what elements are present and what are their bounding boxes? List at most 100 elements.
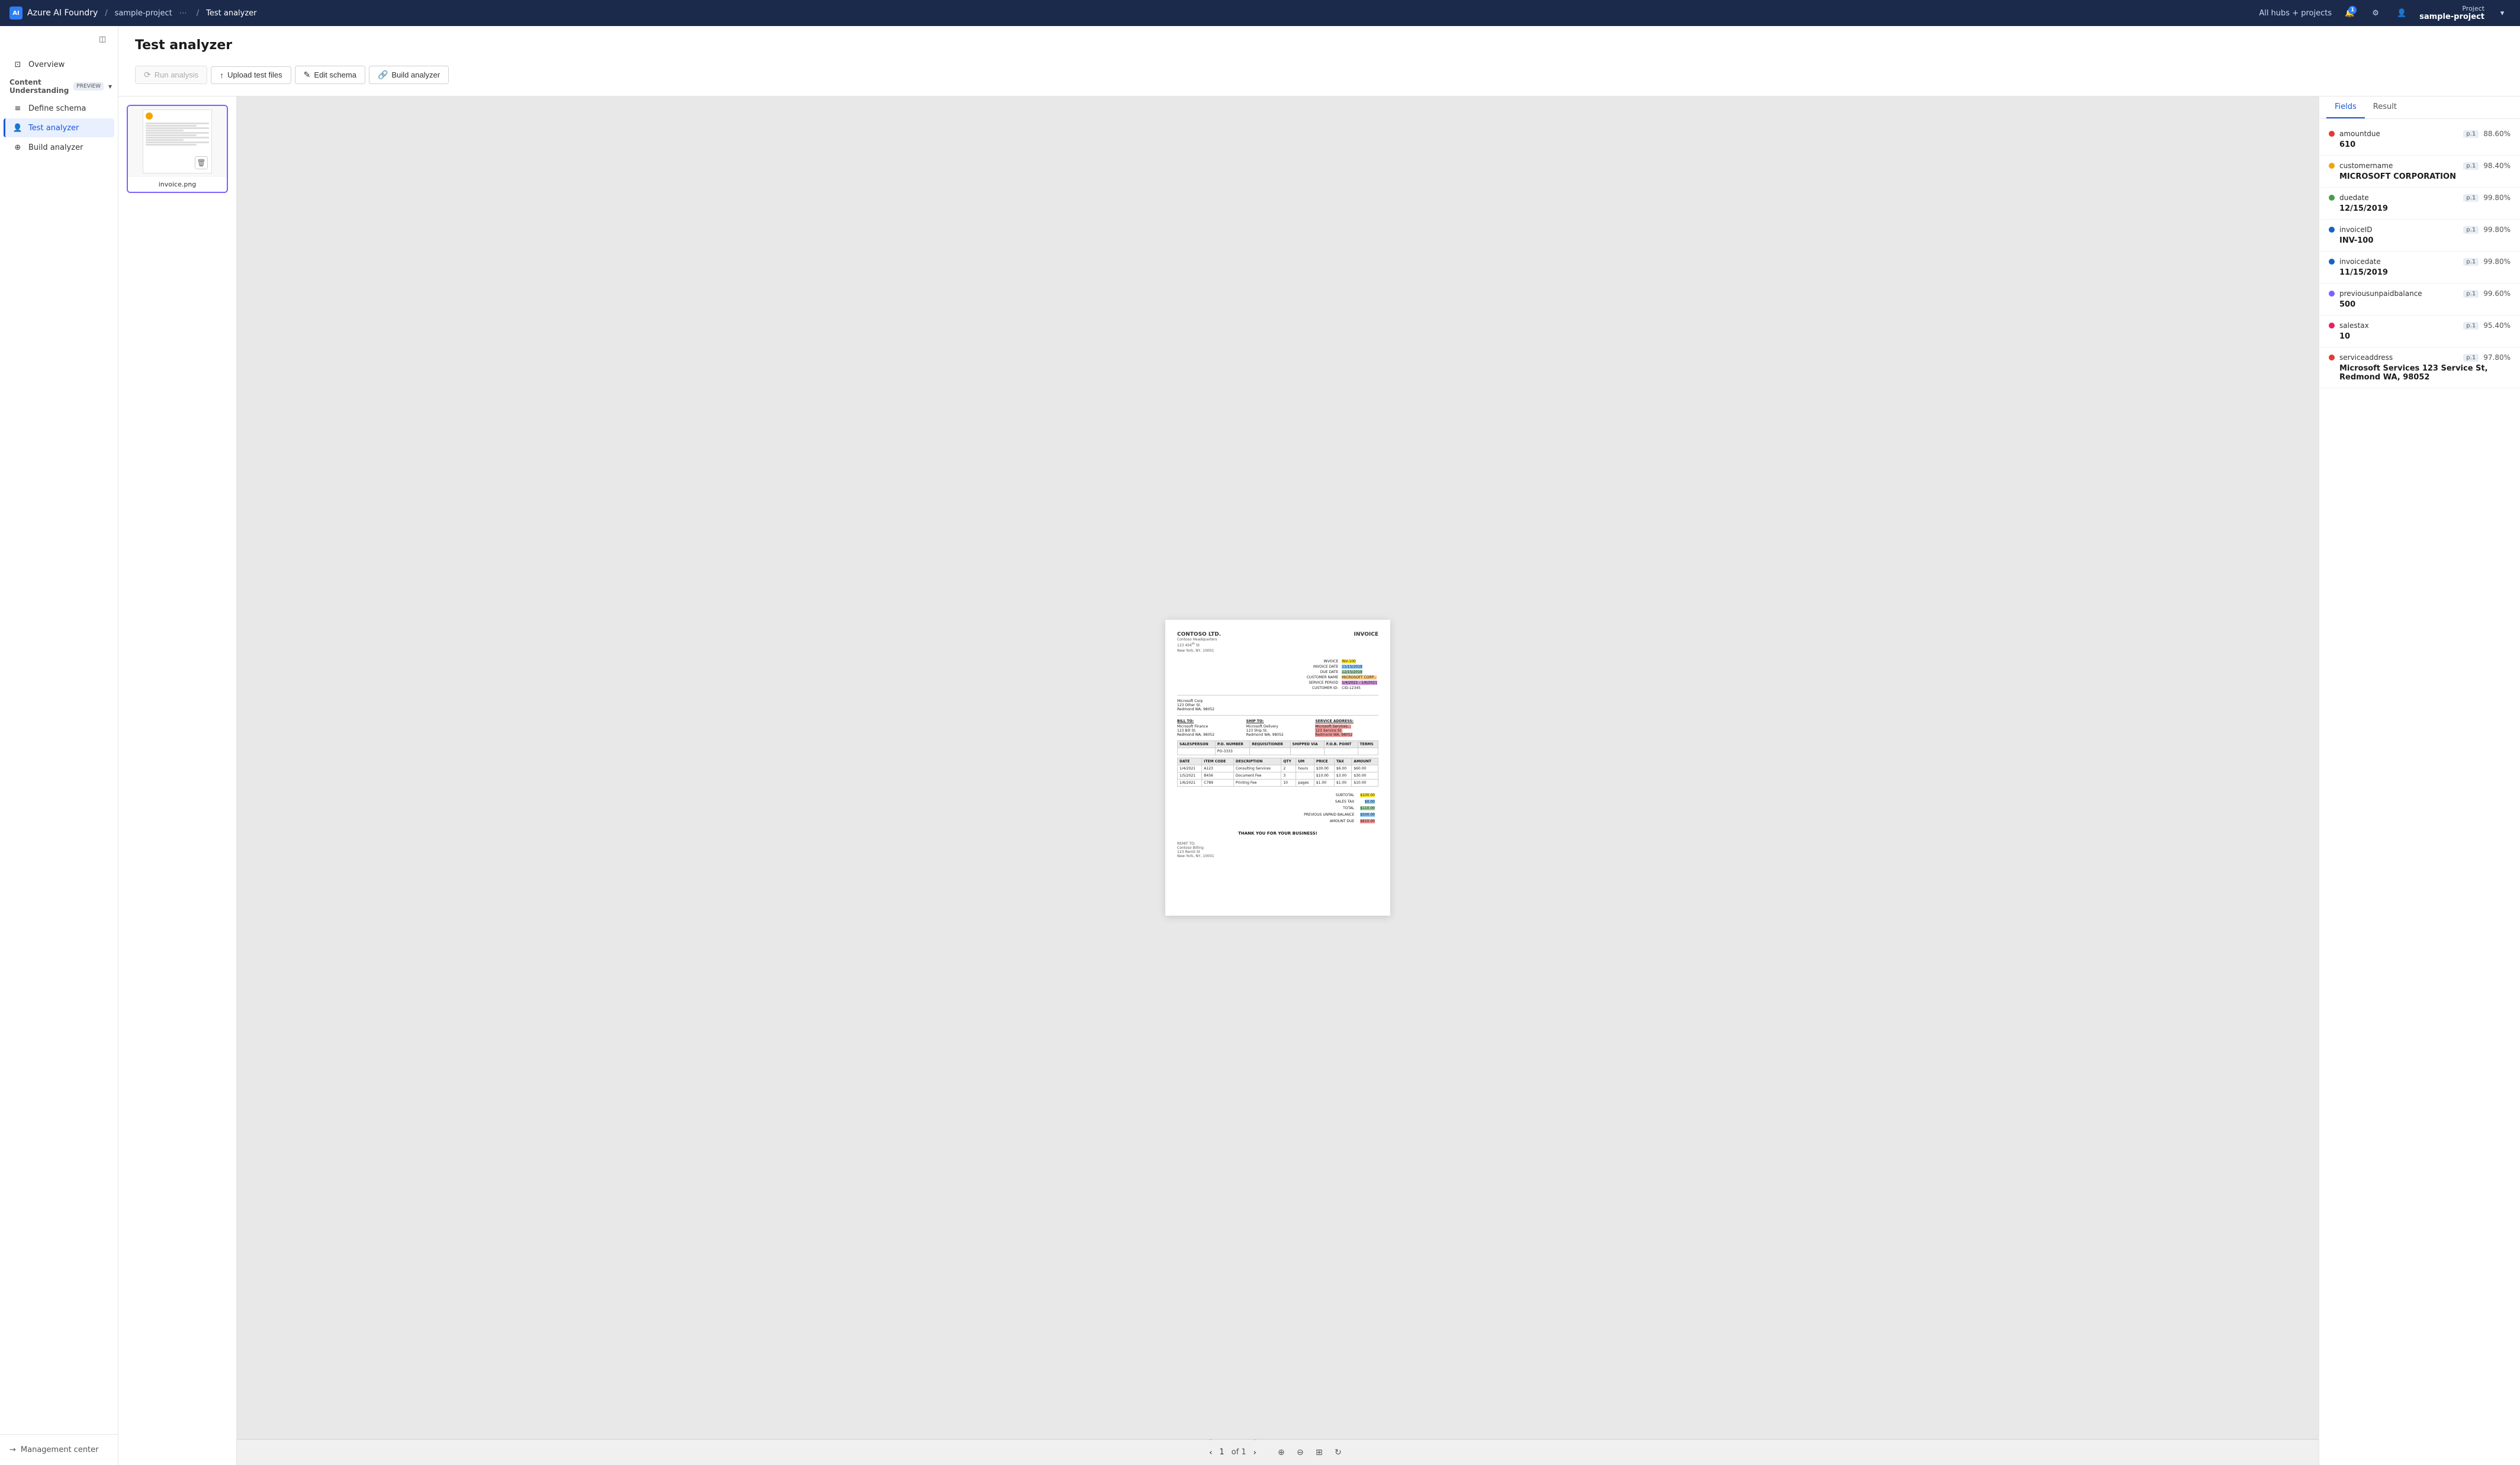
- brand-name[interactable]: Azure AI Foundry: [27, 8, 98, 18]
- zoom-out-tool[interactable]: ⊖: [1292, 1444, 1309, 1461]
- section-chevron[interactable]: ▾: [108, 82, 112, 91]
- current-page-breadcrumb: Test analyzer: [206, 9, 256, 18]
- page-title: Test analyzer: [135, 38, 2503, 53]
- tab-fields[interactable]: Fields: [2326, 96, 2365, 118]
- field-value-duedate: 12/15/2019: [2329, 204, 2511, 213]
- project-dropdown[interactable]: Project sample-project: [2419, 5, 2484, 21]
- file-delete-btn[interactable]: 🗑: [195, 156, 208, 169]
- breadcrumb-sep3: /: [197, 9, 199, 18]
- hubs-link[interactable]: All hubs + projects: [2259, 9, 2332, 18]
- field-page-amountdue: p.1: [2463, 130, 2479, 138]
- doc-line-6: [146, 134, 197, 136]
- doc-line-8: [146, 139, 184, 141]
- brand: AI Azure AI Foundry: [9, 7, 98, 20]
- invoice-meta-table: INVOICEINV-100 INVOICE DATE11/15/2019 DU…: [1306, 658, 1378, 691]
- service-addr-line1: Microsoft Services...: [1315, 725, 1351, 729]
- doc-page: CONTOSO LTD. Contoso Headquarters 123 45…: [1165, 620, 1390, 916]
- next-page-btn[interactable]: ›: [1253, 1440, 1256, 1465]
- field-item-customername: customername p.1 98.40% MICROSOFT CORPOR…: [2319, 156, 2520, 188]
- sidebar-item-build-analyzer[interactable]: ⊕ Build analyzer: [4, 138, 114, 157]
- sidebar-item-test-analyzer[interactable]: 👤 Test analyzer: [4, 118, 114, 137]
- thank-you: THANK YOU FOR YOUR BUSINESS!: [1177, 831, 1378, 836]
- field-value-customername: MICROSOFT CORPORATION: [2329, 172, 2511, 181]
- field-confidence-duedate: 99.80%: [2483, 194, 2511, 202]
- run-analysis-button[interactable]: ⟳ Run analysis: [135, 66, 207, 84]
- brand-icon: AI: [9, 7, 22, 20]
- totals-table: SUBTOTAL$100.00 SALES TAX$0.00 TOTAL$110…: [1300, 791, 1378, 825]
- field-confidence-serviceaddress: 97.80%: [2483, 353, 2511, 362]
- tab-result[interactable]: Result: [2365, 96, 2405, 118]
- field-item-duedate: duedate p.1 99.80% 12/15/2019: [2319, 188, 2520, 220]
- content-understanding-label: Content Understanding: [9, 78, 69, 95]
- field-item-amountdue: amountdue p.1 88.60% 610: [2319, 124, 2520, 156]
- field-item-previousunpaidbalance: previousunpaidbalance p.1 99.60% 500: [2319, 284, 2520, 315]
- field-header-duedate: duedate p.1 99.80%: [2329, 194, 2511, 202]
- field-item-serviceaddress: serviceaddress p.1 97.80% Microsoft Serv…: [2319, 347, 2520, 388]
- sidebar-nav: ⊡ Overview Content Understanding PREVIEW…: [0, 52, 118, 1434]
- run-analysis-label: Run analysis: [155, 70, 198, 79]
- field-value-serviceaddress: Microsoft Services 123 Service St, Redmo…: [2329, 364, 2511, 382]
- project-breadcrumb[interactable]: sample-project: [115, 9, 172, 18]
- sidebar-toggle-btn[interactable]: ◫: [94, 31, 111, 47]
- notification-icon[interactable]: 🔔 1: [2341, 5, 2358, 21]
- edit-schema-icon: ✎: [304, 70, 311, 80]
- fields-list: amountdue p.1 88.60% 610 customername p.…: [2319, 119, 2520, 1465]
- field-header-invoicedate: invoicedate p.1 99.80%: [2329, 257, 2511, 266]
- sales-tax-highlight: $0.00: [1365, 800, 1375, 804]
- field-item-invoiceID: invoiceID p.1 99.80% INV-100: [2319, 220, 2520, 252]
- field-dot-salestax: [2329, 323, 2335, 329]
- line-items-table: DATE ITEM CODE DESCRIPTION QTY UM PRICE …: [1177, 758, 1378, 787]
- invoice-header: CONTOSO LTD. Contoso Headquarters 123 45…: [1177, 632, 1378, 653]
- sold-to: Microsoft Corp 123 Other St. Redmond WA,…: [1177, 699, 1378, 711]
- invoice-meta: INVOICEINV-100 INVOICE DATE11/15/2019 DU…: [1177, 658, 1378, 691]
- edit-schema-label: Edit schema: [314, 70, 356, 79]
- fields-tabs: Fields Result: [2319, 96, 2520, 119]
- prev-page-btn[interactable]: ‹: [1209, 1440, 1212, 1465]
- invoice-totals: SUBTOTAL$100.00 SALES TAX$0.00 TOTAL$110…: [1177, 791, 1378, 825]
- sidebar-item-management[interactable]: → Management center: [9, 1442, 108, 1458]
- divider-2: [1177, 715, 1378, 716]
- sidebar-item-overview[interactable]: ⊡ Overview: [4, 55, 114, 74]
- edit-schema-button[interactable]: ✎ Edit schema: [295, 66, 365, 84]
- file-item[interactable]: 🗑 invoice.png: [127, 105, 228, 193]
- doc-line-1: [146, 123, 209, 124]
- upload-test-files-label: Upload test files: [227, 70, 282, 79]
- rotate-tool[interactable]: ↻: [1330, 1444, 1346, 1461]
- sidebar-item-define-schema[interactable]: ≡ Define schema: [4, 99, 114, 118]
- file-name: invoice.png: [128, 177, 227, 192]
- page-info: of 1: [1232, 1448, 1246, 1457]
- remit-to: REMIT TO: Contoso Billing 123 Remit St N…: [1177, 842, 1378, 858]
- doc-line-3: [146, 127, 209, 129]
- nav-right: All hubs + projects 🔔 1 ⚙ 👤 Project samp…: [2259, 5, 2511, 21]
- invoice-title: INVOICE: [1354, 632, 1378, 653]
- doc-viewer[interactable]: CONTOSO LTD. Contoso Headquarters 123 45…: [237, 96, 2319, 1439]
- field-page-customername: p.1: [2463, 162, 2479, 170]
- field-header-customername: customername p.1 98.40%: [2329, 162, 2511, 170]
- build-analyzer-button[interactable]: 🔗 Build analyzer: [369, 66, 449, 84]
- field-name-customername: customername: [2339, 162, 2458, 170]
- settings-icon[interactable]: ⚙: [2367, 5, 2384, 21]
- user-icon[interactable]: 👤: [2393, 5, 2410, 21]
- bill-ship-row: BILL TO: Microsoft Finance 123 Bill St. …: [1177, 719, 1378, 737]
- field-name-invoicedate: invoicedate: [2339, 257, 2458, 266]
- field-value-invoicedate: 11/15/2019: [2329, 268, 2511, 277]
- field-page-invoiceID: p.1: [2463, 226, 2479, 234]
- dropdown-chevron-icon[interactable]: ▾: [2494, 5, 2511, 21]
- upload-test-files-button[interactable]: ↑ Upload test files: [211, 66, 291, 84]
- amount-due-highlight: $610.00: [1360, 819, 1375, 823]
- service-addr-line3: Redmond WA, 98052: [1315, 733, 1352, 737]
- file-panel: 🗑 invoice.png: [118, 96, 237, 1465]
- field-name-duedate: duedate: [2339, 194, 2458, 202]
- field-page-duedate: p.1: [2463, 194, 2479, 202]
- sidebar-toggle: ◫: [0, 26, 118, 52]
- field-dot-customername: [2329, 163, 2335, 169]
- page-header: Test analyzer ⟳ Run analysis ↑ Upload te…: [118, 26, 2520, 96]
- zoom-in-tool[interactable]: ⊕: [1273, 1444, 1290, 1461]
- fields-panel: Fields Result amountdue p.1 88.60% 610 c…: [2319, 96, 2520, 1465]
- fit-tool[interactable]: ⊞: [1311, 1444, 1328, 1461]
- field-dot-invoiceID: [2329, 227, 2335, 233]
- bill-to: BILL TO: Microsoft Finance 123 Bill St. …: [1177, 719, 1240, 737]
- doc-line-7: [146, 137, 209, 139]
- field-name-previousunpaidbalance: previousunpaidbalance: [2339, 289, 2458, 298]
- subtotal-highlight: $100.00: [1360, 793, 1375, 797]
